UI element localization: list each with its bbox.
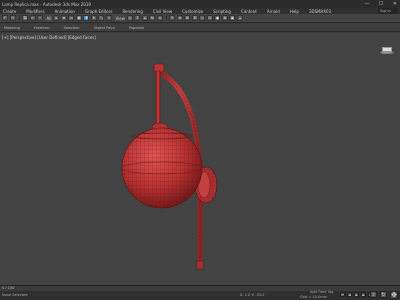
menu-item-animation[interactable]: Animation bbox=[55, 9, 75, 14]
lamp-base-stand bbox=[196, 260, 204, 270]
spinner-snap-icon[interactable]: ± bbox=[156, 15, 163, 21]
timeline-slider[interactable]: 0 / 100 bbox=[0, 286, 400, 291]
ribbon-tab-selection[interactable]: Selection bbox=[64, 26, 80, 30]
schematic-view-icon[interactable]: ⊡ bbox=[206, 15, 213, 21]
lamp-model[interactable] bbox=[0, 33, 400, 285]
selection-status: None Selected bbox=[2, 293, 28, 297]
previous-frame-icon[interactable]: ◀ bbox=[347, 292, 352, 297]
mirror-icon[interactable]: ⇋ bbox=[176, 15, 183, 21]
material-editor-icon[interactable]: ● bbox=[214, 15, 221, 21]
ribbon-tab-modeling[interactable]: Modeling bbox=[4, 26, 20, 30]
select-by-name-icon[interactable]: ≡ bbox=[60, 15, 67, 21]
snap-icon[interactable]: 3 bbox=[134, 15, 141, 21]
render-frame-icon[interactable]: ▣ bbox=[229, 15, 236, 21]
rotate-icon[interactable]: ↻ bbox=[90, 15, 97, 21]
render-icon[interactable]: ☕ bbox=[236, 15, 243, 21]
playback-controls: ⏮ ◀ ▶ ▶ ⏭ bbox=[340, 292, 373, 297]
link-icon[interactable]: ⛓ bbox=[22, 15, 28, 21]
workspace-label[interactable]: 3DSMAX03 bbox=[309, 9, 331, 14]
title-bar: Lamp Replica.max - Autodesk 3ds Max 2019… bbox=[0, 0, 400, 8]
menu-item-civil-view[interactable]: Civil View bbox=[153, 9, 172, 14]
rect-selection-icon[interactable]: ▭ bbox=[68, 15, 75, 21]
render-setup-icon[interactable]: ⚙ bbox=[221, 15, 228, 21]
play-icon[interactable]: ▶ bbox=[354, 292, 359, 297]
undo-icon[interactable]: ↶ bbox=[2, 15, 8, 21]
pivot-icon[interactable]: ◎ bbox=[126, 15, 133, 21]
close-icon[interactable]: ✕ bbox=[392, 1, 398, 7]
lamp-pendant-rod bbox=[155, 70, 161, 127]
angle-snap-icon[interactable]: ∠ bbox=[141, 15, 148, 21]
pan-icon[interactable]: ✥ bbox=[390, 291, 398, 299]
orbit-icon[interactable]: ↻ bbox=[380, 291, 387, 298]
add-time-tag-button[interactable]: Add Time Tag bbox=[310, 290, 334, 294]
curve-editor-icon[interactable]: ∿ bbox=[199, 15, 206, 21]
maximize-icon[interactable]: ☐ bbox=[378, 1, 384, 7]
place-icon[interactable]: ⌖ bbox=[105, 15, 112, 21]
align-icon[interactable]: ⊞ bbox=[184, 15, 191, 21]
ribbon-tab-object-paint[interactable]: Object Paint bbox=[94, 26, 115, 30]
menu-item-customize[interactable]: Customize bbox=[182, 9, 203, 14]
menu-item-help[interactable]: Help bbox=[290, 9, 299, 14]
menu-item-graph-editors[interactable]: Graph Editors bbox=[85, 9, 112, 14]
reference-coord-dropdown[interactable]: View bbox=[115, 16, 125, 21]
grid-readout: Grid = 10.0mm bbox=[300, 295, 328, 299]
unlink-icon[interactable]: ✂ bbox=[29, 15, 36, 21]
menu-item-modifiers[interactable]: Modifiers bbox=[26, 9, 44, 14]
zoom-icon[interactable]: ⌕ bbox=[370, 291, 377, 298]
go-to-start-icon[interactable]: ⏮ bbox=[340, 292, 345, 297]
bind-space-warp-icon[interactable]: ~ bbox=[37, 15, 43, 21]
coordinate-readout: X: 1.0 Y: -50.0 bbox=[240, 293, 265, 297]
menu-item-content[interactable]: Content bbox=[241, 9, 257, 14]
scale-icon[interactable]: ⤡ bbox=[98, 15, 105, 21]
window-crossing-icon[interactable]: ▦ bbox=[75, 15, 82, 21]
perspective-viewport[interactable]: [+] [Perspective] [User Defined] [Edged … bbox=[0, 33, 400, 285]
ribbon-bar: Modeling Freeform Selection Object Paint… bbox=[0, 24, 400, 32]
menu-item-create[interactable]: Create bbox=[3, 9, 16, 14]
ribbon-tab-freeform[interactable]: Freeform bbox=[34, 26, 50, 30]
menu-item-scripting[interactable]: Scripting bbox=[213, 9, 231, 14]
next-frame-icon[interactable]: ▶ bbox=[361, 292, 366, 297]
menu-item-rendering[interactable]: Rendering bbox=[122, 9, 142, 14]
toolbar-divider bbox=[19, 15, 20, 21]
ribbon-tab-populate[interactable]: Populate bbox=[129, 26, 144, 30]
redo-icon[interactable]: ↷ bbox=[9, 15, 16, 21]
status-bar: 0 / 100 None Selected X: 1.0 Y: -50.0 Ad… bbox=[0, 285, 400, 300]
percent-snap-icon[interactable]: % bbox=[149, 15, 156, 21]
window-controls: — ☐ ✕ bbox=[364, 1, 398, 7]
toolbar-divider bbox=[166, 15, 168, 21]
select-object-icon[interactable]: ▸ bbox=[53, 15, 60, 21]
selection-filter-dropdown[interactable]: All bbox=[47, 16, 52, 21]
minimize-icon[interactable]: — bbox=[364, 1, 370, 7]
viewport-nav-controls: ⌕ ↻ ✥ bbox=[370, 291, 398, 299]
frame-counter: 0 / 100 bbox=[2, 286, 15, 290]
menu-item-arnold[interactable]: Arnold bbox=[267, 9, 280, 14]
named-selection-icon[interactable]: ✎ bbox=[169, 15, 176, 21]
layer-explorer-icon[interactable]: ☰ bbox=[191, 15, 198, 21]
move-icon[interactable]: ✥ bbox=[83, 15, 90, 21]
window-title: Lamp Replica.max - Autodesk 3ds Max 2019 bbox=[2, 1, 91, 7]
main-toolbar: ↶ ↷ ⛓ ✂ ~ All ▸ ≡ ▭ ▦ ✥ ↻ ⤡ ⌖ View ◎ 3 ∠… bbox=[0, 14, 400, 23]
